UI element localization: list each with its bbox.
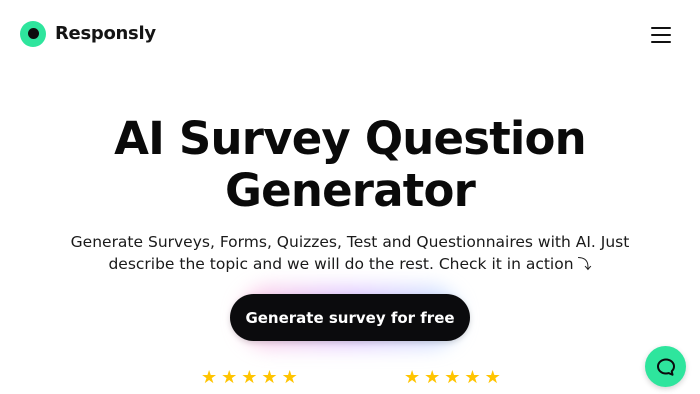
chat-bubble-icon[interactable] [645,346,686,387]
hero-title: AI Survey Question Generator [114,112,587,217]
star-icon: ★ [201,367,218,387]
brand-name: Responsly [55,23,156,44]
site-header: Responsly [0,0,700,68]
star-icon: ★ [241,367,258,387]
hero-subtitle: Generate Surveys, Forms, Quizzes, Test a… [60,231,640,276]
brand-logo[interactable]: Responsly [20,20,156,47]
star-icon: ★ [424,367,441,387]
star-icon: ★ [261,367,278,387]
landing-page: Responsly AI Survey Question Generator G… [0,0,700,394]
star-icon: ★ [281,367,298,387]
responsly-logo-icon [20,20,46,47]
star-icon: ★ [484,367,501,387]
star-icon: ★ [444,367,461,387]
generate-survey-button[interactable]: Generate survey for free [230,294,470,341]
rating-stars-left: ★ ★ ★ ★ ★ [201,368,298,386]
rating-stars-right: ★ ★ ★ ★ ★ [404,368,501,386]
star-icon: ★ [464,367,481,387]
hamburger-menu-icon[interactable] [648,24,674,46]
star-icon: ★ [404,367,421,387]
curved-arrow-down-icon: ⤵ [577,257,592,273]
star-icon: ★ [221,367,238,387]
